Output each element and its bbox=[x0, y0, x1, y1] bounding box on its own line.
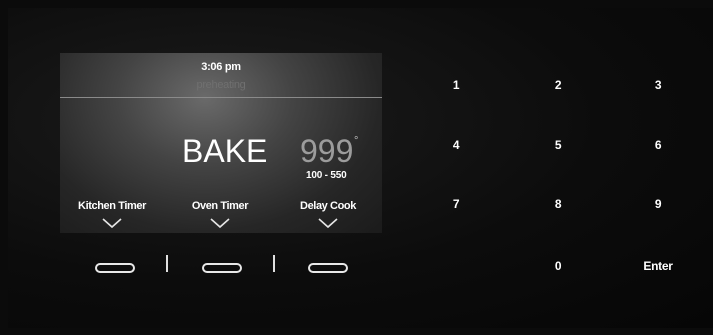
chevron-down-icon[interactable] bbox=[101, 216, 123, 230]
chevron-down-icon[interactable] bbox=[209, 216, 231, 230]
display-header: 3:06 pm preheating bbox=[60, 53, 382, 98]
cook-mode: BAKE bbox=[182, 133, 268, 169]
oven-timer-button[interactable] bbox=[202, 263, 242, 273]
key-9[interactable]: 9 bbox=[655, 197, 662, 211]
divider bbox=[166, 255, 168, 272]
key-6[interactable]: 6 bbox=[655, 138, 662, 152]
key-8[interactable]: 8 bbox=[555, 197, 562, 211]
key-1[interactable]: 1 bbox=[453, 78, 460, 92]
enter-button[interactable]: Enter bbox=[643, 259, 672, 273]
chevron-down-icon[interactable] bbox=[317, 216, 339, 230]
temperature-value: 999 bbox=[300, 133, 354, 169]
degree-symbol: ° bbox=[354, 135, 359, 147]
kitchen-timer-button[interactable] bbox=[95, 263, 135, 273]
status-text: preheating bbox=[196, 79, 246, 91]
kitchen-timer-label[interactable]: Kitchen Timer bbox=[78, 200, 146, 212]
key-0[interactable]: 0 bbox=[555, 259, 562, 273]
key-7[interactable]: 7 bbox=[453, 197, 460, 211]
clock-time: 3:06 pm bbox=[201, 61, 241, 73]
key-2[interactable]: 2 bbox=[555, 78, 562, 92]
key-4[interactable]: 4 bbox=[453, 138, 460, 152]
key-5[interactable]: 5 bbox=[555, 138, 562, 152]
temperature-range: 100 - 550 bbox=[306, 170, 347, 181]
delay-cook-button[interactable] bbox=[308, 263, 348, 273]
key-3[interactable]: 3 bbox=[655, 78, 662, 92]
divider bbox=[273, 255, 275, 272]
oven-timer-label[interactable]: Oven Timer bbox=[192, 200, 249, 212]
delay-cook-label[interactable]: Delay Cook bbox=[300, 200, 356, 212]
oven-display: 3:06 pm preheating BAKE 999 ° 100 - 550 … bbox=[60, 53, 382, 233]
